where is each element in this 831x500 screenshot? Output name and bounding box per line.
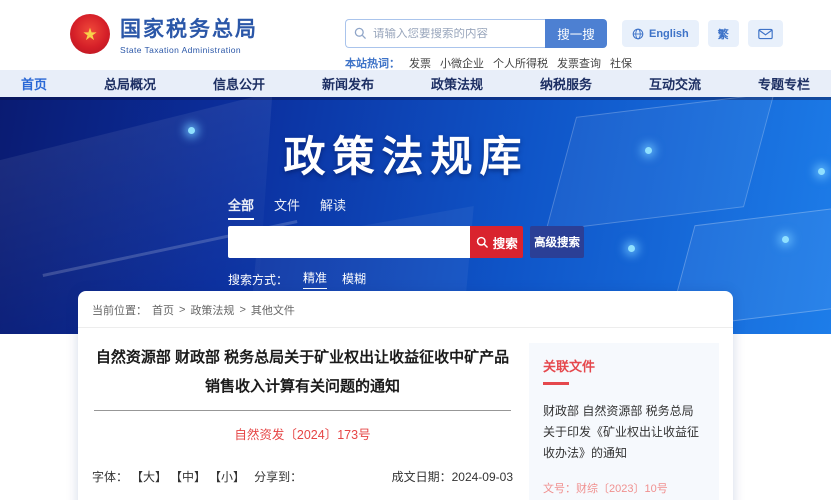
banner-glow-dot [782,236,789,243]
header-search-area: 搜一搜 本站热词： 发票 小微企业 个人所得税 发票查询 社保 [345,19,632,71]
hotword-link[interactable]: 小微企业 [440,55,484,71]
english-button[interactable]: English [622,20,699,47]
header-search-box[interactable] [345,19,545,48]
banner-content: 政策法规库 全部 文件 解读 搜索 高级搜索 搜索方式： 精准 模糊 热门关键词… [228,97,584,314]
search-mode-row: 搜索方式： 精准 模糊 [228,269,584,289]
breadcrumb-home[interactable]: 首页 [152,302,174,318]
article-title: 自然资源部 财政部 税务总局关于矿业权出让收益征收中矿产品销售收入计算有关问题的… [92,343,513,402]
site-logo[interactable]: ★ 国家税务总局 State Taxation Administration [70,13,258,55]
mail-button[interactable] [748,20,783,47]
article-doc-number: 自然资发〔2024〕173号 [92,424,513,443]
hotwords-label: 本站热词： [345,55,400,71]
banner-tabs: 全部 文件 解读 [228,195,584,220]
search-icon [476,236,489,249]
related-doc-number: 文号：财综〔2023〕10号 [543,480,705,496]
nav-item-disclosure[interactable]: 信息公开 [213,74,265,93]
banner-glow-dot [645,147,652,154]
banner-title: 政策法规库 [228,123,584,184]
tab-all[interactable]: 全部 [228,195,254,220]
title-divider [94,410,511,411]
envelope-icon [758,28,773,40]
breadcrumb-separator: > [179,304,185,316]
header-actions: English 繁 [622,20,783,47]
policy-search-input[interactable] [228,226,470,258]
heading-underline [543,382,569,385]
font-size-controls: 字体： 【大】 【中】 【小】 分享到： [92,468,302,485]
article-date: 成文日期：2024-09-03 [392,468,513,485]
breadcrumb: 当前位置： 首页 > 政策法规 > 其他文件 [78,291,733,328]
breadcrumb-current: 其他文件 [251,302,295,318]
font-size-small-button[interactable]: 【小】 [209,468,245,485]
hotword-link[interactable]: 社保 [610,55,632,71]
breadcrumb-separator: > [239,304,245,316]
nav-item-policy[interactable]: 政策法规 [431,74,483,93]
nav-item-overview[interactable]: 总局概况 [104,74,156,93]
tab-documents[interactable]: 文件 [274,195,300,220]
traditional-label: 繁 [718,26,729,42]
banner-glow-dot [628,245,635,252]
hotword-link[interactable]: 发票 [409,55,431,71]
font-size-medium-button[interactable]: 【中】 [170,468,206,485]
share-label: 分享到： [254,468,302,485]
search-icon [354,27,367,40]
nav-item-news[interactable]: 新闻发布 [322,74,374,93]
nav-item-tax-service[interactable]: 纳税服务 [540,74,592,93]
hotword-link[interactable]: 发票查询 [557,55,601,71]
advanced-search-button[interactable]: 高级搜索 [530,226,584,258]
related-heading: 关联文件 [543,356,705,375]
header-search-input[interactable] [373,28,537,40]
globe-icon [632,28,644,40]
article-meta-row: 字体： 【大】 【中】 【小】 分享到： 成文日期：2024-09-03 [92,468,513,485]
font-size-large-button[interactable]: 【大】 [131,468,167,485]
english-label: English [649,28,689,40]
date-label: 成文日期： [392,470,452,484]
font-size-label: 字体： [92,468,128,485]
tab-interpretation[interactable]: 解读 [320,195,346,220]
traditional-chinese-button[interactable]: 繁 [708,20,739,47]
site-subtitle: State Taxation Administration [120,45,258,55]
nav-item-interaction[interactable]: 互动交流 [649,74,701,93]
national-emblem-icon: ★ [70,14,110,54]
policy-search-bar: 搜索 高级搜索 [228,226,584,258]
content-row: 自然资源部 财政部 税务总局关于矿业权出让收益征收中矿产品销售收入计算有关问题的… [78,328,733,500]
main-nav: 首页 总局概况 信息公开 新闻发布 政策法规 纳税服务 互动交流 专题专栏 [0,70,831,97]
search-mode-label: 搜索方式： [228,271,288,288]
breadcrumb-label: 当前位置： [92,302,147,318]
nav-item-special[interactable]: 专题专栏 [758,74,810,93]
nav-item-home[interactable]: 首页 [21,74,47,93]
content-card: 当前位置： 首页 > 政策法规 > 其他文件 自然资源部 财政部 税务总局关于矿… [78,291,733,500]
article-column: 自然资源部 财政部 税务总局关于矿业权出让收益征收中矿产品销售收入计算有关问题的… [92,343,513,500]
banner-glow-dot [188,127,195,134]
related-document-link[interactable]: 财政部 自然资源部 税务总局关于印发《矿业权出让收益征收办法》的通知 [543,401,705,464]
policy-search-label: 搜索 [493,233,518,252]
related-documents-panel: 关联文件 财政部 自然资源部 税务总局关于印发《矿业权出让收益征收办法》的通知 … [529,343,719,500]
mode-fuzzy[interactable]: 模糊 [342,270,366,289]
site-title: 国家税务总局 [120,13,258,43]
hotword-link[interactable]: 个人所得税 [493,55,548,71]
date-value: 2024-09-03 [452,470,513,484]
policy-search-button[interactable]: 搜索 [470,226,523,258]
mode-precise[interactable]: 精准 [303,269,327,289]
site-hotwords: 本站热词： 发票 小微企业 个人所得税 发票查询 社保 [345,55,632,71]
header-search-button[interactable]: 搜一搜 [545,19,607,48]
logo-text: 国家税务总局 State Taxation Administration [120,13,258,55]
site-header: ★ 国家税务总局 State Taxation Administration 搜… [0,0,831,70]
breadcrumb-policy[interactable]: 政策法规 [190,302,234,318]
banner-glow-dot [818,168,825,175]
